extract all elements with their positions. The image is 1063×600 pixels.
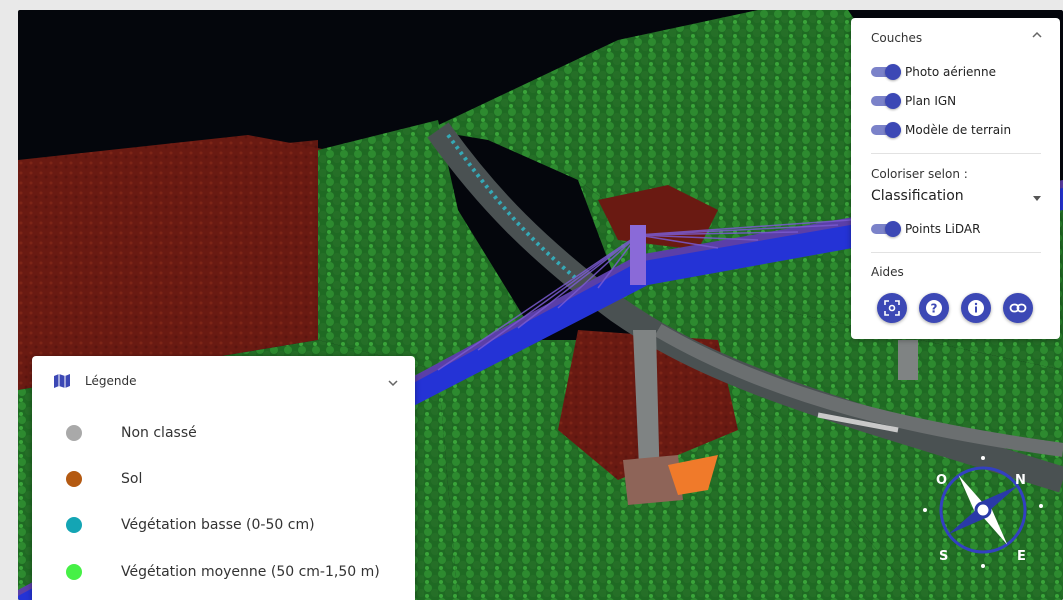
legend-swatch-vegetation-moyenne [66, 564, 82, 580]
focus-button[interactable] [877, 293, 907, 323]
toggle-label: Points LiDAR [905, 222, 981, 236]
legend-swatch-vegetation-basse [66, 517, 82, 533]
legend-item: Non classé [66, 423, 197, 443]
legend-label: Végétation moyenne (50 cm-1,50 m) [121, 564, 380, 580]
compass-west-letter: O [936, 473, 947, 488]
toggle-switch[interactable] [871, 221, 901, 237]
legend-panel: Légende Non classé Sol Végétation basse … [32, 356, 415, 600]
compass-east-letter: E [1017, 549, 1026, 564]
toggle-points-lidar[interactable]: Points LiDAR [871, 220, 980, 238]
colorize-select-value: Classification [871, 188, 964, 204]
dropdown-arrow-icon [1033, 196, 1041, 201]
colorize-label: Coloriser selon : [871, 167, 968, 181]
toggle-switch[interactable] [871, 64, 901, 80]
toggle-label: Photo aérienne [905, 65, 997, 79]
toggle-photo-aerienne[interactable]: Photo aérienne [871, 63, 996, 81]
toggle-modele-terrain[interactable]: Modèle de terrain [871, 121, 1011, 139]
legend-label: Sol [121, 471, 143, 487]
help-button[interactable]: ? [919, 293, 949, 323]
help-icon: ? [926, 300, 942, 316]
link-button[interactable] [1003, 293, 1033, 323]
legend-label: Non classé [121, 425, 197, 441]
layers-panel: Couches Photo aérienne Plan IGN Modèle d… [851, 18, 1060, 339]
divider [871, 252, 1041, 253]
legend-swatch-sol [66, 471, 82, 487]
toggle-plan-ign[interactable]: Plan IGN [871, 92, 956, 110]
link-icon [1009, 303, 1027, 313]
toggle-label: Plan IGN [905, 94, 957, 108]
svg-text:?: ? [931, 302, 938, 316]
aides-label: Aides [871, 265, 904, 279]
chevron-down-icon[interactable] [387, 378, 399, 388]
legend-label: Végétation basse (0-50 cm) [121, 517, 315, 533]
compass-south-letter: S [939, 549, 948, 564]
divider [871, 153, 1041, 154]
legend-item: Sol [66, 469, 142, 489]
legend-item: Végétation moyenne (50 cm-1,50 m) [66, 562, 380, 582]
legend-title: Légende [85, 374, 137, 388]
chevron-up-icon[interactable] [1030, 29, 1044, 41]
layers-panel-title: Couches [871, 31, 923, 45]
legend-swatch-non-classe [66, 425, 82, 441]
colorize-select[interactable]: Classification [871, 188, 1041, 210]
legend-item: Végétation basse (0-50 cm) [66, 515, 315, 535]
info-icon [968, 300, 984, 316]
toggle-label: Modèle de terrain [905, 123, 1012, 137]
focus-icon [884, 300, 900, 316]
map-icon [54, 374, 70, 388]
toggle-switch[interactable] [871, 93, 901, 109]
compass-north-letter: N [1015, 473, 1026, 488]
info-button[interactable] [961, 293, 991, 323]
aides-buttons: ? [877, 293, 1033, 323]
toggle-switch[interactable] [871, 122, 901, 138]
